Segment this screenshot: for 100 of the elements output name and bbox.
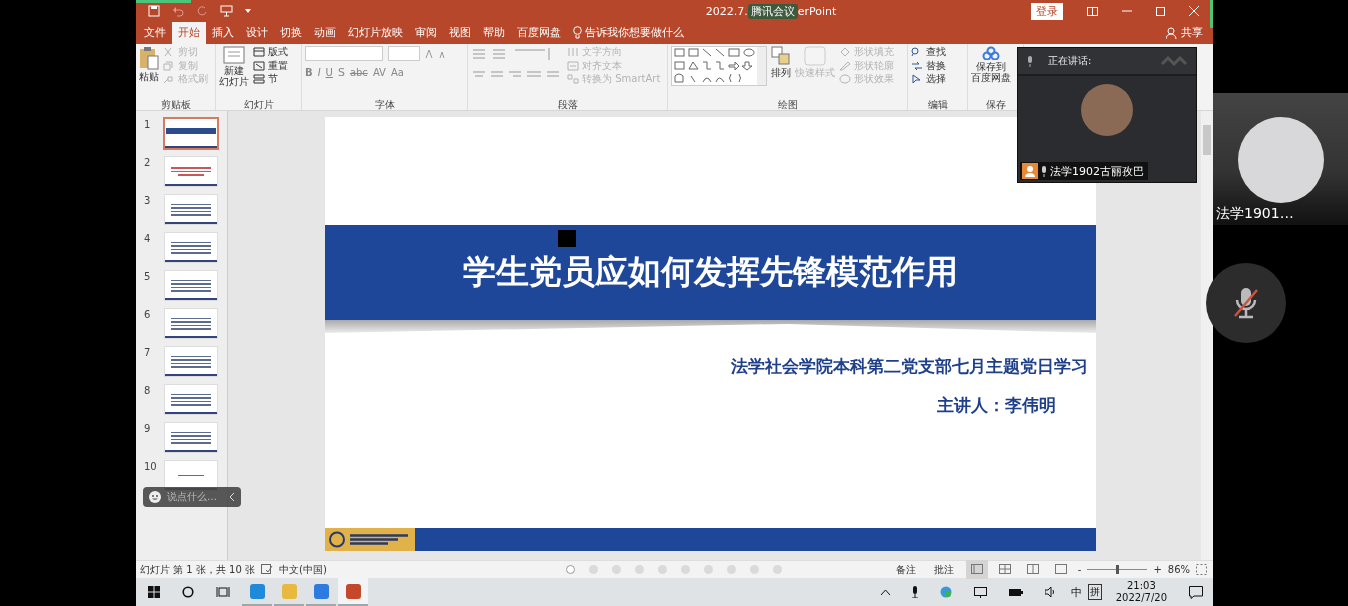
group-label: 幻灯片 <box>242 99 275 110</box>
share-button[interactable]: 共享 <box>1178 25 1203 44</box>
close-icon[interactable] <box>1189 6 1199 16</box>
zoom-in-button[interactable]: + <box>1153 564 1162 575</box>
page-dot[interactable] <box>773 565 782 574</box>
collapse-icon[interactable] <box>230 493 235 501</box>
slide-thumbnail[interactable] <box>165 119 217 148</box>
zoom-out-button[interactable]: - <box>1077 564 1082 575</box>
font-size-field[interactable] <box>388 46 420 61</box>
chevron-up-icon[interactable] <box>880 589 890 595</box>
search-icon[interactable] <box>182 586 194 598</box>
battery-icon[interactable] <box>1008 588 1023 596</box>
slide-thumbnail[interactable] <box>165 309 217 338</box>
ribbon-tab[interactable]: 切换 <box>274 22 308 44</box>
speaker-name: 法学1902古丽孜巴 <box>1050 163 1144 179</box>
ribbon-tab[interactable]: 帮助 <box>477 22 511 44</box>
person-icon <box>1166 27 1178 39</box>
vertical-scrollbar[interactable] <box>1201 111 1213 560</box>
notification-icon[interactable] <box>1189 585 1203 599</box>
paste-button[interactable]: 粘贴 <box>139 71 159 82</box>
speaker-icon[interactable] <box>1044 587 1057 597</box>
page-dot[interactable] <box>612 565 621 574</box>
ribbon-command[interactable]: 重置 <box>268 59 288 72</box>
format-button[interactable]: I <box>317 67 321 78</box>
page-dot[interactable] <box>727 565 736 574</box>
page-dot[interactable] <box>566 565 575 574</box>
page-dot[interactable] <box>681 565 690 574</box>
clock-time[interactable]: 21:03 <box>1126 580 1156 592</box>
comments-button[interactable]: 批注 <box>927 562 960 577</box>
slide-thumbnail[interactable] <box>165 195 217 224</box>
presentation-app-icon[interactable] <box>338 578 368 606</box>
slide-number: 6 <box>144 309 152 322</box>
format-button[interactable]: AV <box>372 67 386 78</box>
arrange-button[interactable]: 排列 <box>771 67 791 78</box>
dropdown-icon[interactable] <box>245 9 251 13</box>
page-dot[interactable] <box>658 565 667 574</box>
ribbon-tab[interactable]: 文件 <box>138 22 172 44</box>
meeting-logo-icon <box>1160 56 1188 66</box>
slide-thumbnail[interactable] <box>165 385 217 414</box>
shapes-gallery-drawing[interactable] <box>671 46 767 86</box>
window-title-tail: erPoint <box>797 4 837 18</box>
page-dot[interactable] <box>635 565 644 574</box>
save-icon[interactable] <box>148 5 160 17</box>
spellcheck-icon[interactable] <box>261 564 273 575</box>
ribbon-command[interactable]: 查找 <box>926 46 946 59</box>
group-label: 字体 <box>373 99 396 110</box>
format-button[interactable]: Aa <box>390 67 404 78</box>
slide-number: 5 <box>144 271 152 284</box>
slide-number: 2 <box>144 157 152 170</box>
save-to-cloud-button[interactable]: 保存到 百度网盘 <box>971 61 1011 83</box>
chat-input[interactable]: 说点什么… <box>143 487 241 507</box>
format-button[interactable]: U <box>325 67 333 78</box>
slide-thumbnail[interactable] <box>165 157 217 186</box>
monitor-icon[interactable] <box>973 586 987 598</box>
zoom-percent[interactable]: 86% <box>1167 564 1190 575</box>
ribbon-tab[interactable]: 设计 <box>240 22 274 44</box>
slide-number: 10 <box>144 461 157 474</box>
ribbon-display-icon[interactable] <box>1087 6 1098 16</box>
clock-date[interactable]: 2022/7/20 <box>1115 592 1167 604</box>
ribbon-command[interactable]: 版式 <box>268 46 288 59</box>
page-dot[interactable] <box>589 565 598 574</box>
microphone-icon[interactable] <box>911 586 918 598</box>
input-method-button[interactable]: 拼 <box>1087 584 1102 600</box>
maximize-icon[interactable] <box>1156 6 1165 16</box>
ribbon-command[interactable]: 替换 <box>926 59 946 72</box>
ribbon-command[interactable]: 节 <box>268 73 278 86</box>
presenter-line: 主讲人：李伟明 <box>936 394 1057 417</box>
ribbon-tab[interactable]: 幻灯片放映 <box>342 22 409 44</box>
format-button[interactable]: abc <box>349 67 368 78</box>
windows-start-icon[interactable] <box>148 586 160 598</box>
ribbon-tab[interactable]: 插入 <box>206 22 240 44</box>
group-label: 保存 <box>984 99 1007 110</box>
fit-to-window-icon[interactable] <box>1196 564 1207 575</box>
page-dot[interactable] <box>750 565 759 574</box>
ribbon-tab[interactable]: 视图 <box>443 22 477 44</box>
page-dot[interactable] <box>704 565 713 574</box>
task-view-icon[interactable] <box>216 586 230 598</box>
slide-thumbnail[interactable] <box>165 233 217 262</box>
login-button[interactable]: 登录 <box>1031 2 1063 20</box>
ribbon-tab[interactable]: 百度网盘 <box>511 22 567 44</box>
slide-thumbnail[interactable] <box>165 271 217 300</box>
ribbon-command[interactable]: 选择 <box>926 73 946 86</box>
slide-thumbnail[interactable] <box>165 423 217 452</box>
group-label: 绘图 <box>776 99 799 110</box>
tell-me-field[interactable]: 告诉我你想要做什么 <box>585 25 684 44</box>
font-name-field[interactable] <box>305 46 383 61</box>
format-button[interactable]: S <box>337 66 345 79</box>
ribbon-tab[interactable]: 动画 <box>308 22 342 44</box>
ribbon-tab[interactable]: 开始 <box>172 22 206 44</box>
language-label[interactable]: 中文(中国) <box>279 562 327 577</box>
new-slide-button[interactable]: 新建 幻灯片 <box>219 65 249 87</box>
ribbon-tab[interactable]: 审阅 <box>409 22 443 44</box>
participant-name: 法学1901… <box>1216 205 1294 223</box>
input-method-button[interactable]: 中 <box>1070 584 1082 600</box>
presentation-icon[interactable] <box>220 5 233 17</box>
slide-thumbnail[interactable] <box>165 347 217 376</box>
normal-view-icon[interactable] <box>965 560 988 579</box>
format-button[interactable]: B <box>305 67 313 78</box>
notes-button[interactable]: 备注 <box>889 562 922 577</box>
microphone-icon <box>1026 55 1034 67</box>
